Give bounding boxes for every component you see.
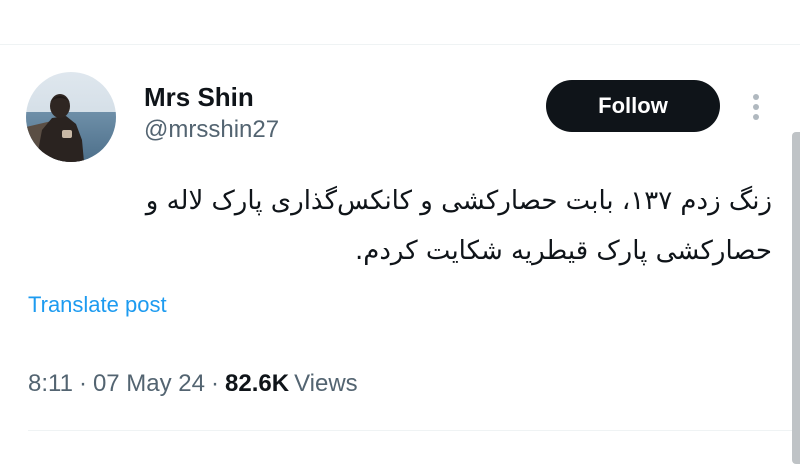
follow-button[interactable]: Follow [546,80,720,132]
meta-separator: · [211,370,220,397]
post-text-line: حصارکشی پارک قیطریه شکایت کردم. [354,236,772,266]
scrollbar[interactable] [792,132,800,464]
avatar[interactable] [26,72,116,162]
author-display-name[interactable]: Mrs Shin [144,82,254,113]
post-time[interactable]: 8:11 [28,370,73,398]
avatar-photo [26,72,116,162]
post-meta: 8:11 · 07 May 24 · 82.6K Views [28,370,358,398]
bottom-divider [28,430,800,431]
post-date[interactable]: 07 May 24 [93,370,205,398]
translate-post-link[interactable]: Translate post [28,292,167,318]
post-text-line: زنگ زدم ۱۳۷، بابت حصارکشی و کانکس‌گذاری … [145,186,772,216]
post-detail-view: Mrs Shin @mrsshin27 Follow زنگ زدم ۱۳۷، … [0,0,800,464]
top-divider [0,44,800,45]
vertical-dots-icon [753,94,759,120]
views-count: 82.6K [225,370,290,397]
meta-separator: · [78,370,87,397]
more-options-button[interactable] [744,88,768,126]
author-handle[interactable]: @mrsshin27 [144,116,279,144]
views-label: Views [294,370,358,397]
post-text: زنگ زدم ۱۳۷، بابت حصارکشی و کانکس‌گذاری … [28,176,772,276]
